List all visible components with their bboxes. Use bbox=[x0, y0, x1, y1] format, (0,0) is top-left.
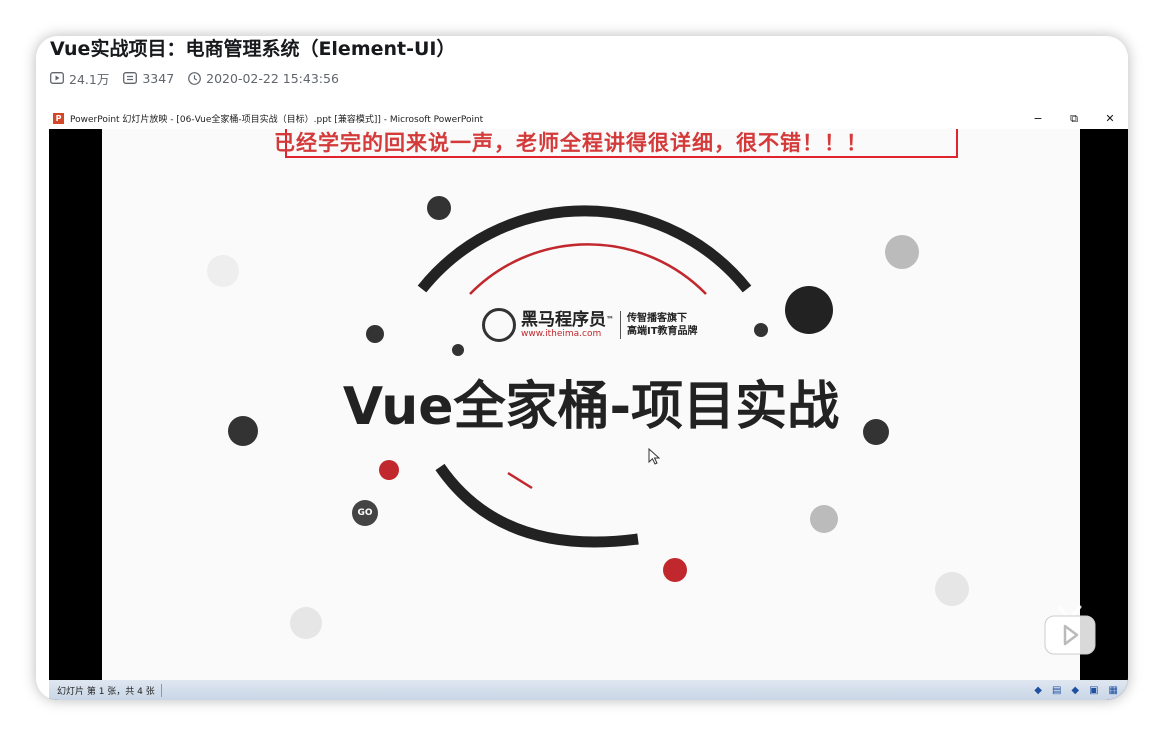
user-icon bbox=[379, 460, 399, 480]
outer-top-arc bbox=[417, 205, 752, 293]
publish-time: 2020-02-22 15:43:56 bbox=[206, 70, 339, 86]
video-player[interactable]: P PowerPoint 幻灯片放映 - [06-Vue全家桶-项目实战（目标）… bbox=[49, 108, 1128, 700]
slogan-line-1: 传智播客旗下 bbox=[627, 313, 687, 324]
views-stat: 24.1万 bbox=[50, 69, 109, 88]
logo-trademark: ™ bbox=[606, 315, 614, 324]
prev-slide-icon[interactable]: ◆ bbox=[1034, 685, 1042, 696]
slide-counter: 幻灯片 第 1 张，共 4 张 bbox=[49, 683, 162, 697]
python-icon bbox=[228, 416, 258, 446]
publish-time-stat: 2020-02-22 15:43:56 bbox=[188, 71, 339, 86]
inner-bottom-arc bbox=[507, 471, 533, 490]
logo-divider bbox=[620, 311, 621, 339]
play-count-icon bbox=[50, 72, 64, 84]
java-icon bbox=[785, 286, 833, 334]
video-title: Vue实战项目：电商管理系统（Element-UI） bbox=[50, 38, 456, 60]
danmaku-stat: 3347 bbox=[123, 71, 174, 86]
danmaku-count: 3347 bbox=[142, 70, 175, 86]
cart-icon bbox=[810, 505, 838, 533]
view-sorter-icon[interactable]: ▦ bbox=[1109, 685, 1118, 696]
next-slide-icon[interactable]: ◆ bbox=[1071, 685, 1079, 696]
minimize-button[interactable]: − bbox=[1020, 108, 1056, 129]
outer-bottom-arc bbox=[435, 463, 639, 548]
globe-icon bbox=[366, 325, 384, 343]
logo-name: 黑马程序员 bbox=[521, 310, 606, 330]
powerpoint-titlebar: P PowerPoint 幻灯片放映 - [06-Vue全家桶-项目实战（目标）… bbox=[49, 108, 1128, 129]
bug-icon bbox=[863, 419, 889, 445]
powerpoint-statusbar: 幻灯片 第 1 张，共 4 张 ◆ ▤ ◆ ▣ ▦ bbox=[49, 680, 1128, 700]
cloud-icon bbox=[207, 255, 239, 287]
itheima-logo: 黑马程序员™ www.itheima.com 传智播客旗下 高端IT教育品牌 bbox=[482, 308, 698, 342]
slide-canvas: 黑马程序员™ www.itheima.com 传智播客旗下 高端IT教育品牌 V… bbox=[102, 129, 1080, 680]
mouse-cursor-icon bbox=[648, 448, 660, 465]
view-normal-icon[interactable]: ▣ bbox=[1089, 685, 1098, 696]
danmaku-comment: 已经学完的回来说一声，老师全程讲得很详细，很不错！！！ bbox=[274, 131, 868, 155]
inner-top-arc bbox=[469, 243, 707, 295]
slogan-line-2: 高端IT教育品牌 bbox=[627, 326, 698, 337]
gear-icon bbox=[885, 235, 919, 269]
views-count: 24.1万 bbox=[69, 71, 110, 87]
html5-icon bbox=[452, 344, 464, 356]
restore-button[interactable]: ⧉ bbox=[1056, 108, 1092, 129]
go-icon: GO bbox=[352, 500, 378, 526]
video-meta: 24.1万 3347 2020-02-22 15:43:56 bbox=[50, 69, 353, 87]
unity-icon bbox=[663, 558, 687, 582]
horse-logo-icon bbox=[482, 308, 516, 342]
gamepad-icon bbox=[754, 323, 768, 337]
android-icon bbox=[427, 196, 451, 220]
video-card: Vue实战项目：电商管理系统（Element-UI） 24.1万 3347 20… bbox=[36, 36, 1128, 700]
close-button[interactable]: ✕ bbox=[1092, 108, 1128, 129]
logo-slogan: 传智播客旗下 高端IT教育品牌 bbox=[627, 312, 698, 338]
clock-icon bbox=[188, 71, 202, 85]
monitor-icon bbox=[290, 607, 322, 639]
danmaku-icon bbox=[123, 72, 138, 84]
window-controls: − ⧉ ✕ bbox=[1020, 108, 1128, 129]
status-controls: ◆ ▤ ◆ ▣ ▦ bbox=[1034, 680, 1128, 700]
powerpoint-window-title: PowerPoint 幻灯片放映 - [06-Vue全家桶-项目实战（目标）.p… bbox=[70, 115, 484, 125]
cloud-db-icon bbox=[935, 572, 969, 606]
logo-url: www.itheima.com bbox=[521, 329, 602, 339]
notes-icon[interactable]: ▤ bbox=[1052, 685, 1061, 696]
tv-icon[interactable] bbox=[1042, 604, 1098, 656]
powerpoint-app-icon: P bbox=[53, 113, 64, 124]
logo-text: 黑马程序员™ www.itheima.com bbox=[521, 311, 614, 339]
